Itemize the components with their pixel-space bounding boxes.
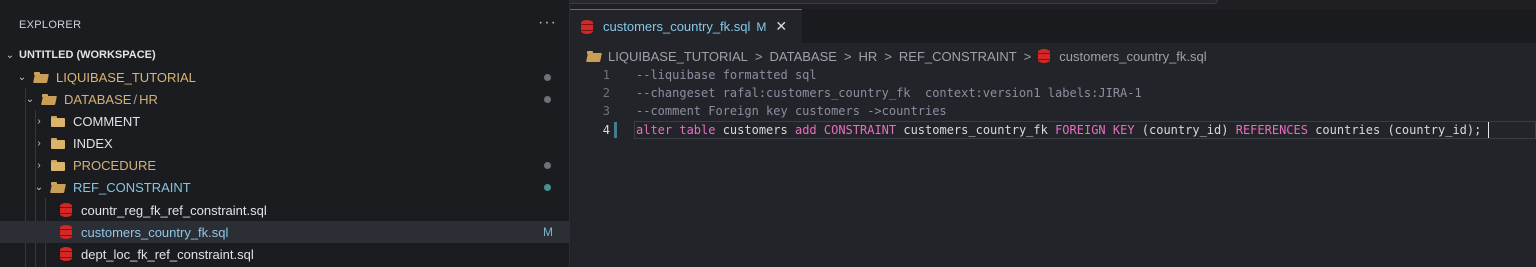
- tree-item-label: DATABASE: [64, 91, 132, 107]
- chevron-right-icon: ›: [37, 137, 41, 149]
- git-status-dot: [544, 96, 551, 103]
- sql-keyword: REFERENCES: [1235, 123, 1308, 137]
- folder-icon: [587, 51, 601, 61]
- breadcrumb-separator: >: [884, 48, 892, 64]
- chevron-down-icon: ⌄: [17, 71, 27, 83]
- tree-item-liquibase-tutorial[interactable]: ⌄ LIQUIBASE_TUTORIAL: [0, 66, 569, 88]
- chevron-right-icon: ›: [37, 115, 41, 127]
- breadcrumb-item[interactable]: customers_country_fk.sql: [1059, 49, 1206, 64]
- sql-identifier: customers: [715, 123, 795, 137]
- code-line-3[interactable]: --comment Foreign key customers ->countr…: [636, 104, 947, 118]
- line-number: 1: [602, 68, 610, 82]
- folder-open-icon: [42, 94, 56, 104]
- chevron-down-icon: ⌄: [25, 93, 35, 105]
- folder-icon: [51, 138, 65, 149]
- close-icon[interactable]: ✕: [775, 18, 787, 35]
- git-status-dot: [544, 184, 551, 191]
- tree-item-label: LIQUIBASE_TUTORIAL: [56, 69, 196, 85]
- tree-item-label: customers_country_fk.sql: [81, 224, 229, 240]
- tree-file-dept-loc[interactable]: dept_loc_fk_ref_constraint.sql: [0, 243, 569, 265]
- modified-badge: M: [543, 225, 553, 239]
- more-actions-icon[interactable]: ···: [538, 14, 557, 32]
- folder-icon: [51, 116, 65, 127]
- database-icon: [1038, 49, 1051, 63]
- git-gutter-modified: [614, 122, 617, 138]
- sql-identifier: customers_country_fk: [896, 123, 1056, 137]
- tree-item-label: HR: [139, 91, 158, 107]
- database-icon: [60, 203, 72, 217]
- tree-item-label: dept_loc_fk_ref_constraint.sql: [81, 246, 254, 262]
- breadcrumb-item[interactable]: LIQUIBASE_TUTORIAL: [608, 49, 748, 64]
- breadcrumb-item[interactable]: HR: [859, 49, 878, 64]
- git-status-dot: [544, 162, 551, 169]
- sql-keyword: add CONSTRAINT: [794, 123, 897, 137]
- tree-item-label: INDEX: [73, 135, 113, 151]
- tree-item-procedure[interactable]: › PROCEDURE: [0, 154, 569, 176]
- tree-item-label: PROCEDURE: [73, 157, 157, 173]
- line-number: 2: [602, 86, 610, 100]
- line-number: 3: [602, 104, 610, 118]
- sql-keyword: FOREIGN KEY: [1055, 123, 1135, 137]
- code-line-1[interactable]: --liquibase formatted sql: [636, 68, 817, 82]
- folder-open-icon: [51, 182, 65, 192]
- breadcrumb-separator: >: [1023, 48, 1032, 64]
- modified-badge: M: [756, 19, 767, 34]
- tab-label: customers_country_fk.sql: [603, 19, 751, 34]
- code-line-2[interactable]: --changeset rafal:customers_country_fk c…: [636, 86, 1142, 100]
- tab-customers-country-fk[interactable]: customers_country_fk.sql M ✕: [570, 9, 802, 43]
- breadcrumb-item[interactable]: REF_CONSTRAINT: [899, 49, 1017, 64]
- tree-item-label: COMMENT: [73, 113, 141, 129]
- git-status-dot: [544, 74, 551, 81]
- sql-keyword: alter table: [636, 123, 716, 137]
- tree-item-database-hr[interactable]: ⌄ DATABASE / HR: [0, 88, 569, 110]
- database-icon: [60, 247, 72, 261]
- line-number: 4: [602, 123, 610, 137]
- workspace-label: UNTITLED (WORKSPACE): [19, 49, 156, 61]
- explorer-title: EXPLORER: [19, 19, 82, 31]
- chevron-right-icon: ›: [37, 159, 41, 171]
- tree-item-label: REF_CONSTRAINT: [73, 179, 191, 195]
- tree-item-index[interactable]: › INDEX: [0, 132, 569, 154]
- breadcrumb: LIQUIBASE_TUTORIAL > DATABASE > HR > REF…: [587, 48, 1207, 64]
- explorer-sidebar: EXPLORER ··· ⌄ UNTITLED (WORKSPACE) ⌄ LI…: [0, 0, 570, 267]
- sql-identifier: (country_id): [1134, 123, 1236, 137]
- path-separator: /: [133, 91, 138, 107]
- folder-icon: [51, 160, 65, 171]
- chevron-down-icon: ⌄: [34, 181, 44, 193]
- database-icon: [581, 19, 593, 34]
- database-icon: [60, 225, 72, 239]
- breadcrumb-separator: >: [754, 48, 763, 64]
- command-center[interactable]: [492, 0, 1218, 4]
- breadcrumb-separator: >: [843, 48, 852, 64]
- workspace-section[interactable]: ⌄ UNTITLED (WORKSPACE): [0, 44, 569, 66]
- code-line-4[interactable]: alter table customers add CONSTRAINT cus…: [636, 123, 1481, 137]
- tree-item-comment[interactable]: › COMMENT: [0, 110, 569, 132]
- tree-file-customers-country-fk[interactable]: customers_country_fk.sql: [0, 221, 569, 243]
- breadcrumb-item[interactable]: DATABASE: [770, 49, 837, 64]
- folder-open-icon: [34, 72, 48, 82]
- chevron-down-icon: ⌄: [5, 49, 15, 61]
- tree-item-label: countr_reg_fk_ref_constraint.sql: [81, 202, 267, 218]
- sql-identifier: countries (country_id);: [1307, 123, 1482, 137]
- text-cursor: [1488, 122, 1489, 138]
- tree-item-ref-constraint[interactable]: ⌄ REF_CONSTRAINT: [0, 176, 569, 198]
- tree-file-countr-reg[interactable]: countr_reg_fk_ref_constraint.sql: [0, 199, 569, 221]
